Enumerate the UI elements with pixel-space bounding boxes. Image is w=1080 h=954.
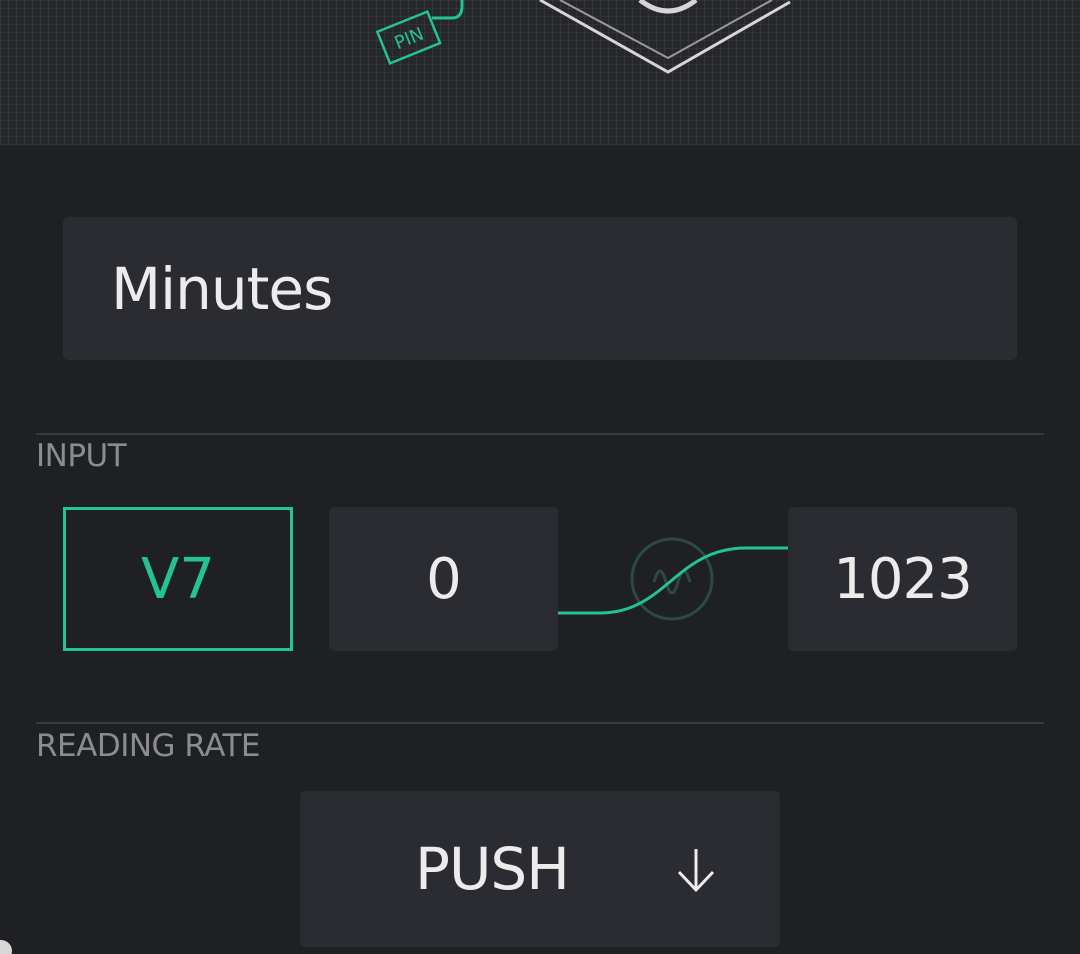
widget-settings-page: PIN Minutes INPUT V7 0 1023 READING RATE… bbox=[0, 0, 1080, 954]
reading-rate-value: PUSH bbox=[415, 835, 570, 903]
widget-illustration: PIN bbox=[0, 0, 1080, 146]
widget-name-input[interactable]: Minutes bbox=[63, 217, 1017, 360]
input-divider bbox=[36, 433, 1044, 435]
input-section-label: INPUT bbox=[36, 438, 127, 474]
min-value-input[interactable]: 0 bbox=[329, 507, 558, 651]
scroll-handle[interactable] bbox=[0, 940, 12, 954]
device-knob bbox=[638, 0, 698, 14]
mapping-toggle-icon[interactable] bbox=[556, 530, 790, 630]
reading-rate-label: READING RATE bbox=[36, 728, 261, 764]
pin-selector-button[interactable]: V7 bbox=[63, 507, 293, 651]
reading-rate-divider bbox=[36, 722, 1044, 724]
pin-wire bbox=[432, 0, 464, 20]
pin-tag: PIN bbox=[375, 9, 442, 65]
max-value-input[interactable]: 1023 bbox=[788, 507, 1017, 651]
reading-rate-dropdown[interactable]: PUSH bbox=[300, 791, 780, 947]
device-illustration: PIN bbox=[375, 0, 791, 74]
arrow-down-icon bbox=[677, 849, 715, 893]
